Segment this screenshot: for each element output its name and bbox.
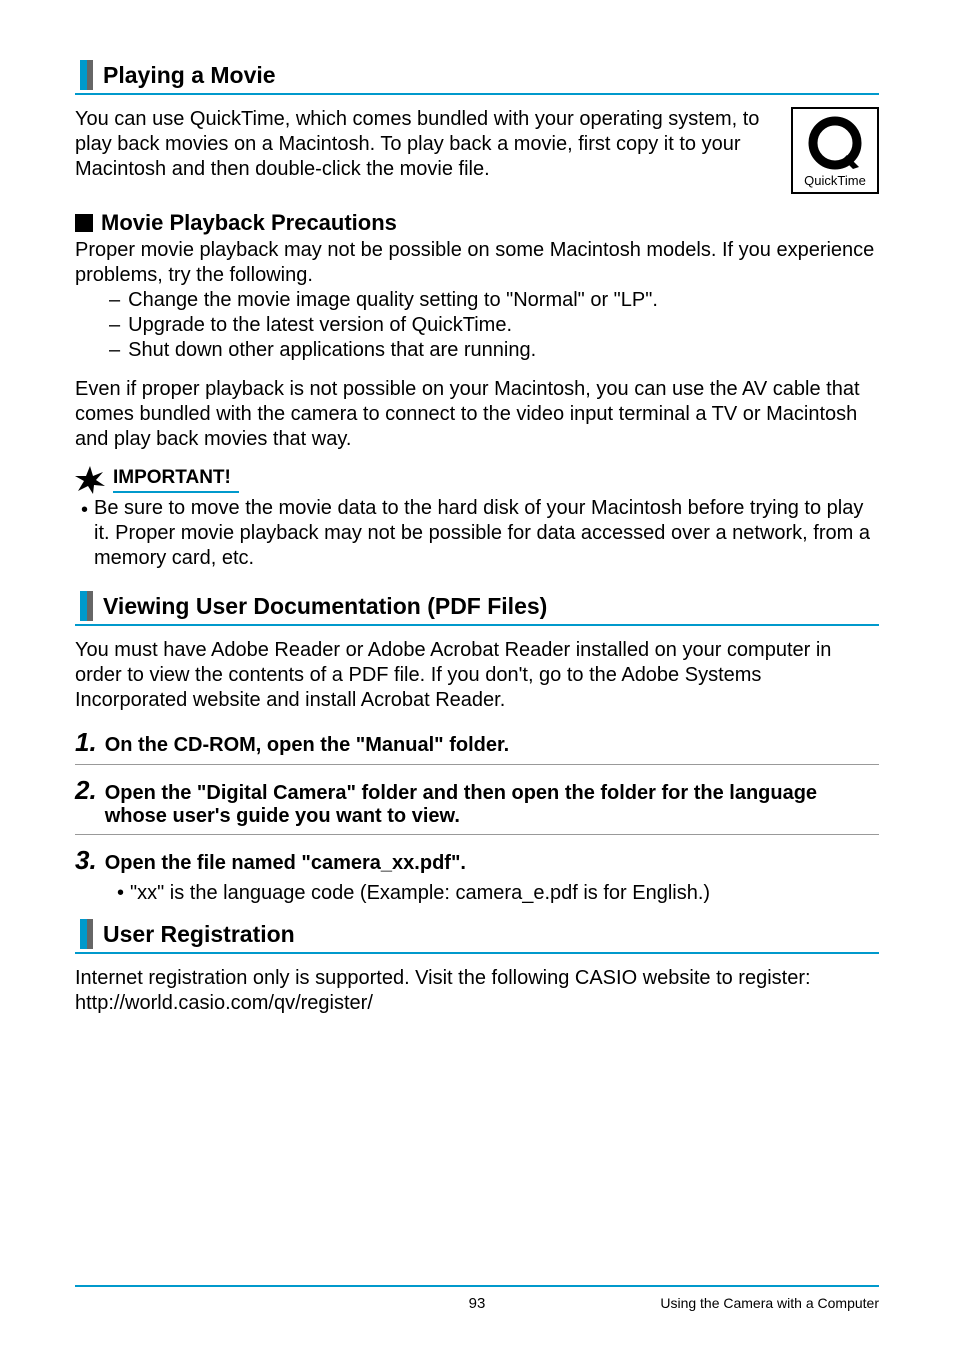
step-number: 2. [75, 775, 97, 806]
list-item: –Shut down other applications that are r… [109, 338, 879, 363]
page-footer: 93 Using the Camera with a Computer [75, 1285, 879, 1312]
important-label: IMPORTANT! [113, 467, 239, 493]
quicktime-label: QuickTime [797, 173, 873, 188]
quicktime-icon [807, 115, 863, 171]
step-number: 1. [75, 727, 97, 758]
section-title: Playing a Movie [103, 62, 276, 89]
list-item: –Upgrade to the latest version of QuickT… [109, 313, 879, 338]
step-number: 3. [75, 845, 97, 876]
section-underline [75, 624, 879, 626]
list-item: –Change the movie image quality setting … [109, 288, 879, 313]
chapter-name: Using the Camera with a Computer [660, 1295, 879, 1311]
intro-block: You can use QuickTime, which comes bundl… [75, 107, 879, 194]
precautions-intro: Proper movie playback may not be possibl… [75, 238, 879, 288]
step-1: 1. On the CD-ROM, open the "Manual" fold… [75, 727, 879, 758]
precautions-text2: Even if proper playback is not possible … [75, 377, 879, 452]
intro-text: You can use QuickTime, which comes bundl… [75, 107, 773, 182]
step-text: On the CD-ROM, open the "Manual" folder. [105, 734, 510, 757]
section2-intro: You must have Adobe Reader or Adobe Acro… [75, 638, 879, 713]
step-text: Open the "Digital Camera" folder and the… [105, 782, 879, 828]
section-marker-gray [87, 60, 93, 90]
square-bullet-icon [75, 214, 93, 232]
list-item-text: Change the movie image quality setting t… [128, 288, 658, 313]
footer-line [75, 1285, 879, 1287]
precautions-list: –Change the movie image quality setting … [109, 288, 879, 363]
section3-text: Internet registration only is supported.… [75, 966, 879, 1016]
step-3-sub-text: "xx" is the language code (Example: came… [130, 882, 710, 905]
step-2: 2. Open the "Digital Camera" folder and … [75, 775, 879, 828]
section-underline [75, 93, 879, 95]
step-divider [75, 834, 879, 835]
section-title: User Registration [103, 921, 295, 948]
step-divider [75, 764, 879, 765]
section-header: Playing a Movie [75, 60, 879, 90]
bullet-dot-icon: • [117, 882, 124, 905]
important-star-icon [75, 466, 105, 494]
section-header: User Registration [75, 919, 879, 949]
section-marker-gray [87, 591, 93, 621]
quicktime-icon-box: QuickTime [791, 107, 879, 194]
step-3-sub: • "xx" is the language code (Example: ca… [117, 882, 879, 905]
bullet-dot-icon: • [81, 498, 88, 571]
section-underline [75, 952, 879, 954]
section-marker-gray [87, 919, 93, 949]
list-item-text: Shut down other applications that are ru… [128, 338, 536, 363]
section-header: Viewing User Documentation (PDF Files) [75, 591, 879, 621]
step-3: 3. Open the file named "camera_xx.pdf". [75, 845, 879, 876]
important-row: IMPORTANT! [75, 466, 879, 494]
important-bullet: • Be sure to move the movie data to the … [81, 496, 879, 571]
important-text: Be sure to move the movie data to the ha… [94, 496, 879, 571]
section-title: Viewing User Documentation (PDF Files) [103, 593, 547, 620]
subheader: Movie Playback Precautions [75, 210, 879, 236]
list-item-text: Upgrade to the latest version of QuickTi… [128, 313, 512, 338]
step-text: Open the file named "camera_xx.pdf". [105, 852, 466, 875]
page-number: 93 [469, 1295, 486, 1312]
subheader-text: Movie Playback Precautions [101, 210, 397, 236]
